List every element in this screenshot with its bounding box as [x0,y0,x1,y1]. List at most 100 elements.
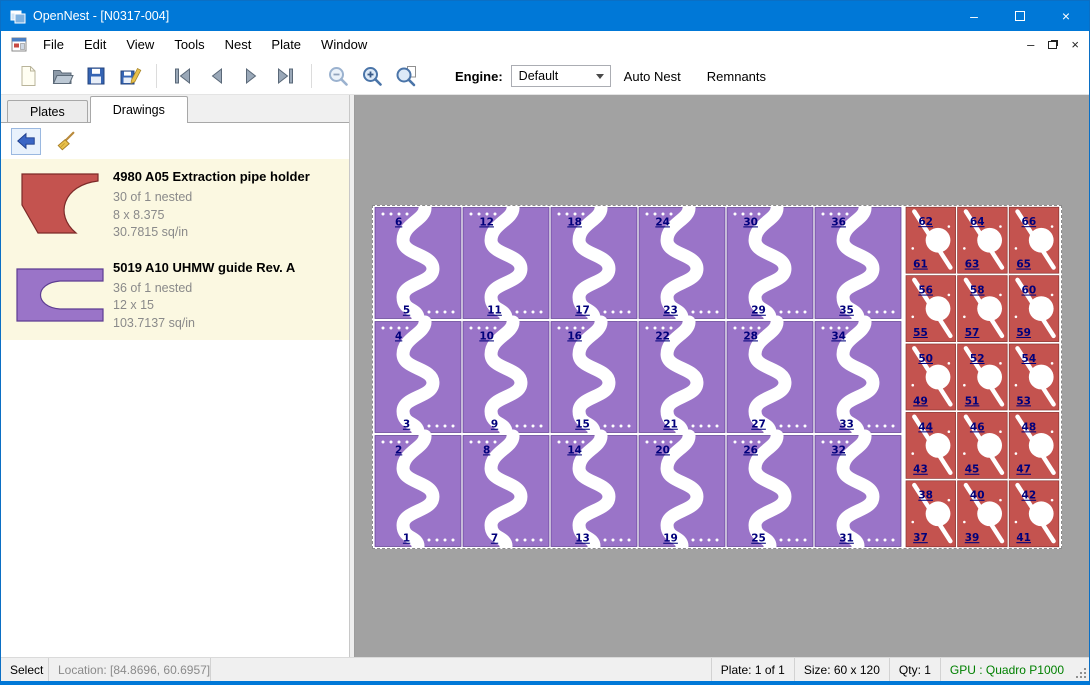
part-number-label: 27 [751,419,766,431]
mdi-restore-button[interactable] [1048,37,1057,52]
part-number-label: 29 [751,305,766,317]
resize-grip[interactable] [1073,658,1089,681]
app-icon [10,8,26,24]
nest-part-pair-purple[interactable]: 87 [463,436,549,547]
status-mode: Select [1,658,49,681]
save-floppy-icon [84,64,108,88]
remnants-button[interactable]: Remnants [694,62,779,90]
main-area: Plates Drawings [1,95,1089,657]
open-button[interactable] [45,61,79,91]
nest-part-pair-purple[interactable]: 109 [463,322,549,433]
previous-plate-button[interactable] [200,61,234,91]
title-bar[interactable]: OpenNest - [N0317-004] – × [1,1,1089,31]
zoom-out-button[interactable] [321,61,355,91]
nest-part-pair-purple[interactable]: 3635 [815,208,901,319]
part-number-label: 59 [1016,327,1031,339]
nest-part-pair-red[interactable]: 4241 [1009,481,1059,547]
toolbar-separator [311,64,312,88]
next-plate-button[interactable] [234,61,268,91]
last-plate-button[interactable] [268,61,302,91]
plate-nest-svg: 6512111817242330293635431091615222128273… [373,206,1061,548]
part-number-label: 10 [479,330,494,342]
mdi-minimize-button[interactable]: – [1027,38,1034,51]
menu-item-view[interactable]: View [116,31,164,58]
part-number-label: 37 [913,532,928,544]
nest-part-pair-purple[interactable]: 3029 [727,208,813,319]
zoom-in-button[interactable] [355,61,389,91]
nest-part-pair-red[interactable]: 5251 [958,344,1008,410]
tab-plates[interactable]: Plates [7,100,88,122]
part-number-label: 48 [1022,421,1037,433]
nest-part-pair-purple[interactable]: 2625 [727,436,813,547]
tab-drawings[interactable]: Drawings [90,96,188,123]
part-number-label: 8 [483,444,490,456]
nest-part-pair-purple[interactable]: 1413 [551,436,637,547]
nest-part-pair-red[interactable]: 3837 [906,481,956,547]
part-number-label: 24 [655,216,670,228]
nest-part-pair-purple[interactable]: 3433 [815,322,901,433]
part-number-label: 45 [965,464,980,476]
tab-strip: Plates Drawings [1,95,349,123]
nest-part-pair-purple[interactable]: 21 [375,436,461,547]
nest-part-pair-red[interactable]: 6059 [1009,276,1059,342]
nest-part-pair-red[interactable]: 4443 [906,412,956,478]
nest-part-pair-purple[interactable]: 2221 [639,322,725,433]
save-as-button[interactable] [113,61,147,91]
menu-item-plate[interactable]: Plate [261,31,311,58]
nest-part-pair-purple[interactable]: 1211 [463,208,549,319]
zoom-fit-button[interactable] [389,61,423,91]
nest-part-pair-purple[interactable]: 3231 [815,436,901,547]
menu-item-edit[interactable]: Edit [74,31,116,58]
part-number-label: 25 [751,533,766,545]
status-qty: Qty: 1 [889,658,940,681]
nest-part-pair-red[interactable]: 6261 [906,207,956,273]
nest-part-pair-purple[interactable]: 65 [375,208,461,319]
first-plate-button[interactable] [166,61,200,91]
app-window: OpenNest - [N0317-004] – × File Edit Vie… [0,0,1090,685]
nest-part-pair-purple[interactable]: 2019 [639,436,725,547]
drawing-list-item[interactable]: 4980 A05 Extraction pipe holder 30 of 1 … [1,159,349,250]
nest-part-pair-red[interactable]: 5049 [906,344,956,410]
part-number-label: 6 [395,216,402,228]
minimize-button[interactable]: – [951,1,997,31]
part-number-label: 52 [970,353,985,365]
part-number-label: 33 [839,419,854,431]
save-button[interactable] [79,61,113,91]
drawing-list-item[interactable]: 5019 A10 UHMW guide Rev. A 36 of 1 neste… [1,250,349,341]
nest-part-pair-red[interactable]: 5655 [906,276,956,342]
engine-select[interactable]: Default [511,65,611,87]
nest-part-pair-red[interactable]: 6463 [958,207,1008,273]
mdi-close-button[interactable]: × [1071,38,1079,51]
nest-part-pair-red[interactable]: 6665 [1009,207,1059,273]
menu-item-file[interactable]: File [33,31,74,58]
part-number-label: 36 [831,216,846,228]
mdi-restore-icon [1048,41,1057,49]
import-drawing-button[interactable] [11,128,41,155]
nest-part-pair-red[interactable]: 4847 [1009,412,1059,478]
plate[interactable]: 6512111817242330293635431091615222128273… [372,205,1062,549]
document-icon [11,37,27,52]
menu-item-nest[interactable]: Nest [215,31,262,58]
nest-part-pair-purple[interactable]: 1615 [551,322,637,433]
nest-canvas[interactable]: 6512111817242330293635431091615222128273… [355,95,1089,657]
auto-nest-button[interactable]: Auto Nest [611,62,694,90]
drawing-list: 4980 A05 Extraction pipe holder 30 of 1 … [1,159,349,340]
nest-part-pair-red[interactable]: 4039 [958,481,1008,547]
part-number-label: 61 [913,259,928,271]
nest-part-pair-red[interactable]: 4645 [958,412,1008,478]
part-number-label: 56 [918,285,933,297]
maximize-button[interactable] [997,1,1043,31]
open-folder-icon [50,64,74,88]
nest-part-pair-purple[interactable]: 43 [375,322,461,433]
nest-part-pair-purple[interactable]: 1817 [551,208,637,319]
nest-part-pair-red[interactable]: 5857 [958,276,1008,342]
close-button[interactable]: × [1043,1,1089,31]
clear-drawings-button[interactable] [51,128,81,155]
nest-part-pair-purple[interactable]: 2827 [727,322,813,433]
nest-part-pair-red[interactable]: 5453 [1009,344,1059,410]
minimize-icon: – [970,8,978,24]
menu-item-tools[interactable]: Tools [164,31,214,58]
new-nest-button[interactable] [11,61,45,91]
nest-part-pair-purple[interactable]: 2423 [639,208,725,319]
menu-item-window[interactable]: Window [311,31,377,58]
